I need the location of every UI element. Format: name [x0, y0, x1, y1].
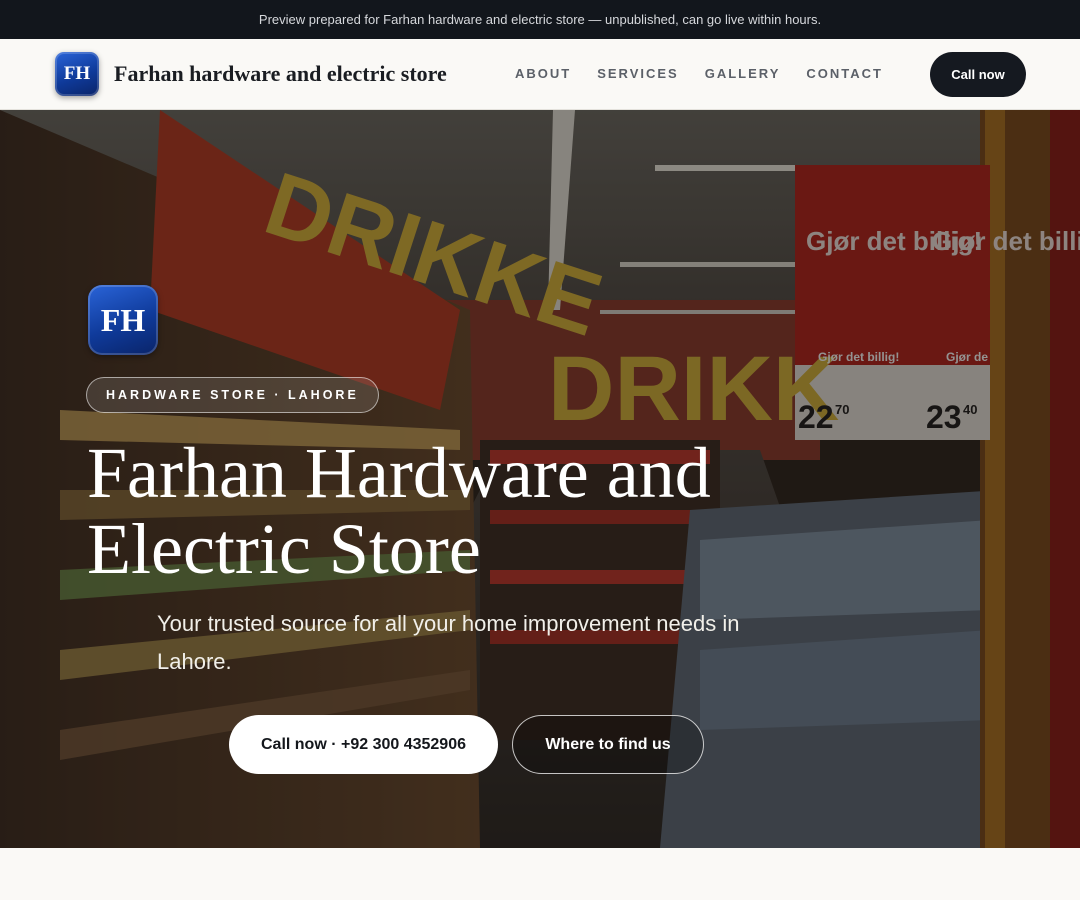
fh-logo-icon[interactable]: FH — [55, 52, 99, 96]
call-now-button[interactable]: Call now — [930, 52, 1026, 97]
nav-gallery[interactable]: GALLERY — [705, 66, 781, 81]
category-badge: HARDWARE STORE · LAHORE — [86, 377, 379, 413]
fh-logo-icon: FH — [88, 285, 158, 355]
hero-section: DRIKKE DRIKK Gjør det billig! Gjør det b… — [0, 110, 1080, 848]
hero-subtitle: Your trusted source for all your home im… — [157, 611, 740, 674]
announcement-bar: Preview prepared for Farhan hardware and… — [0, 0, 1080, 39]
call-phone-button[interactable]: Call now · +92 300 4352906 — [229, 715, 498, 774]
main-nav: ABOUT SERVICES GALLERY CONTACT — [515, 66, 883, 81]
nav-services[interactable]: SERVICES — [597, 66, 679, 81]
hero-title: Farhan Hardware and Electric Store — [87, 433, 711, 589]
next-section — [0, 848, 1080, 900]
nav-about[interactable]: ABOUT — [515, 66, 571, 81]
announcement-text: Preview prepared for Farhan hardware and… — [258, 12, 822, 27]
nav-contact[interactable]: CONTACT — [806, 66, 883, 81]
brand-name[interactable]: Farhan hardware and electric store — [114, 61, 447, 87]
find-us-button[interactable]: Where to find us — [512, 715, 704, 774]
site-header: FH Farhan hardware and electric store AB… — [0, 39, 1080, 110]
